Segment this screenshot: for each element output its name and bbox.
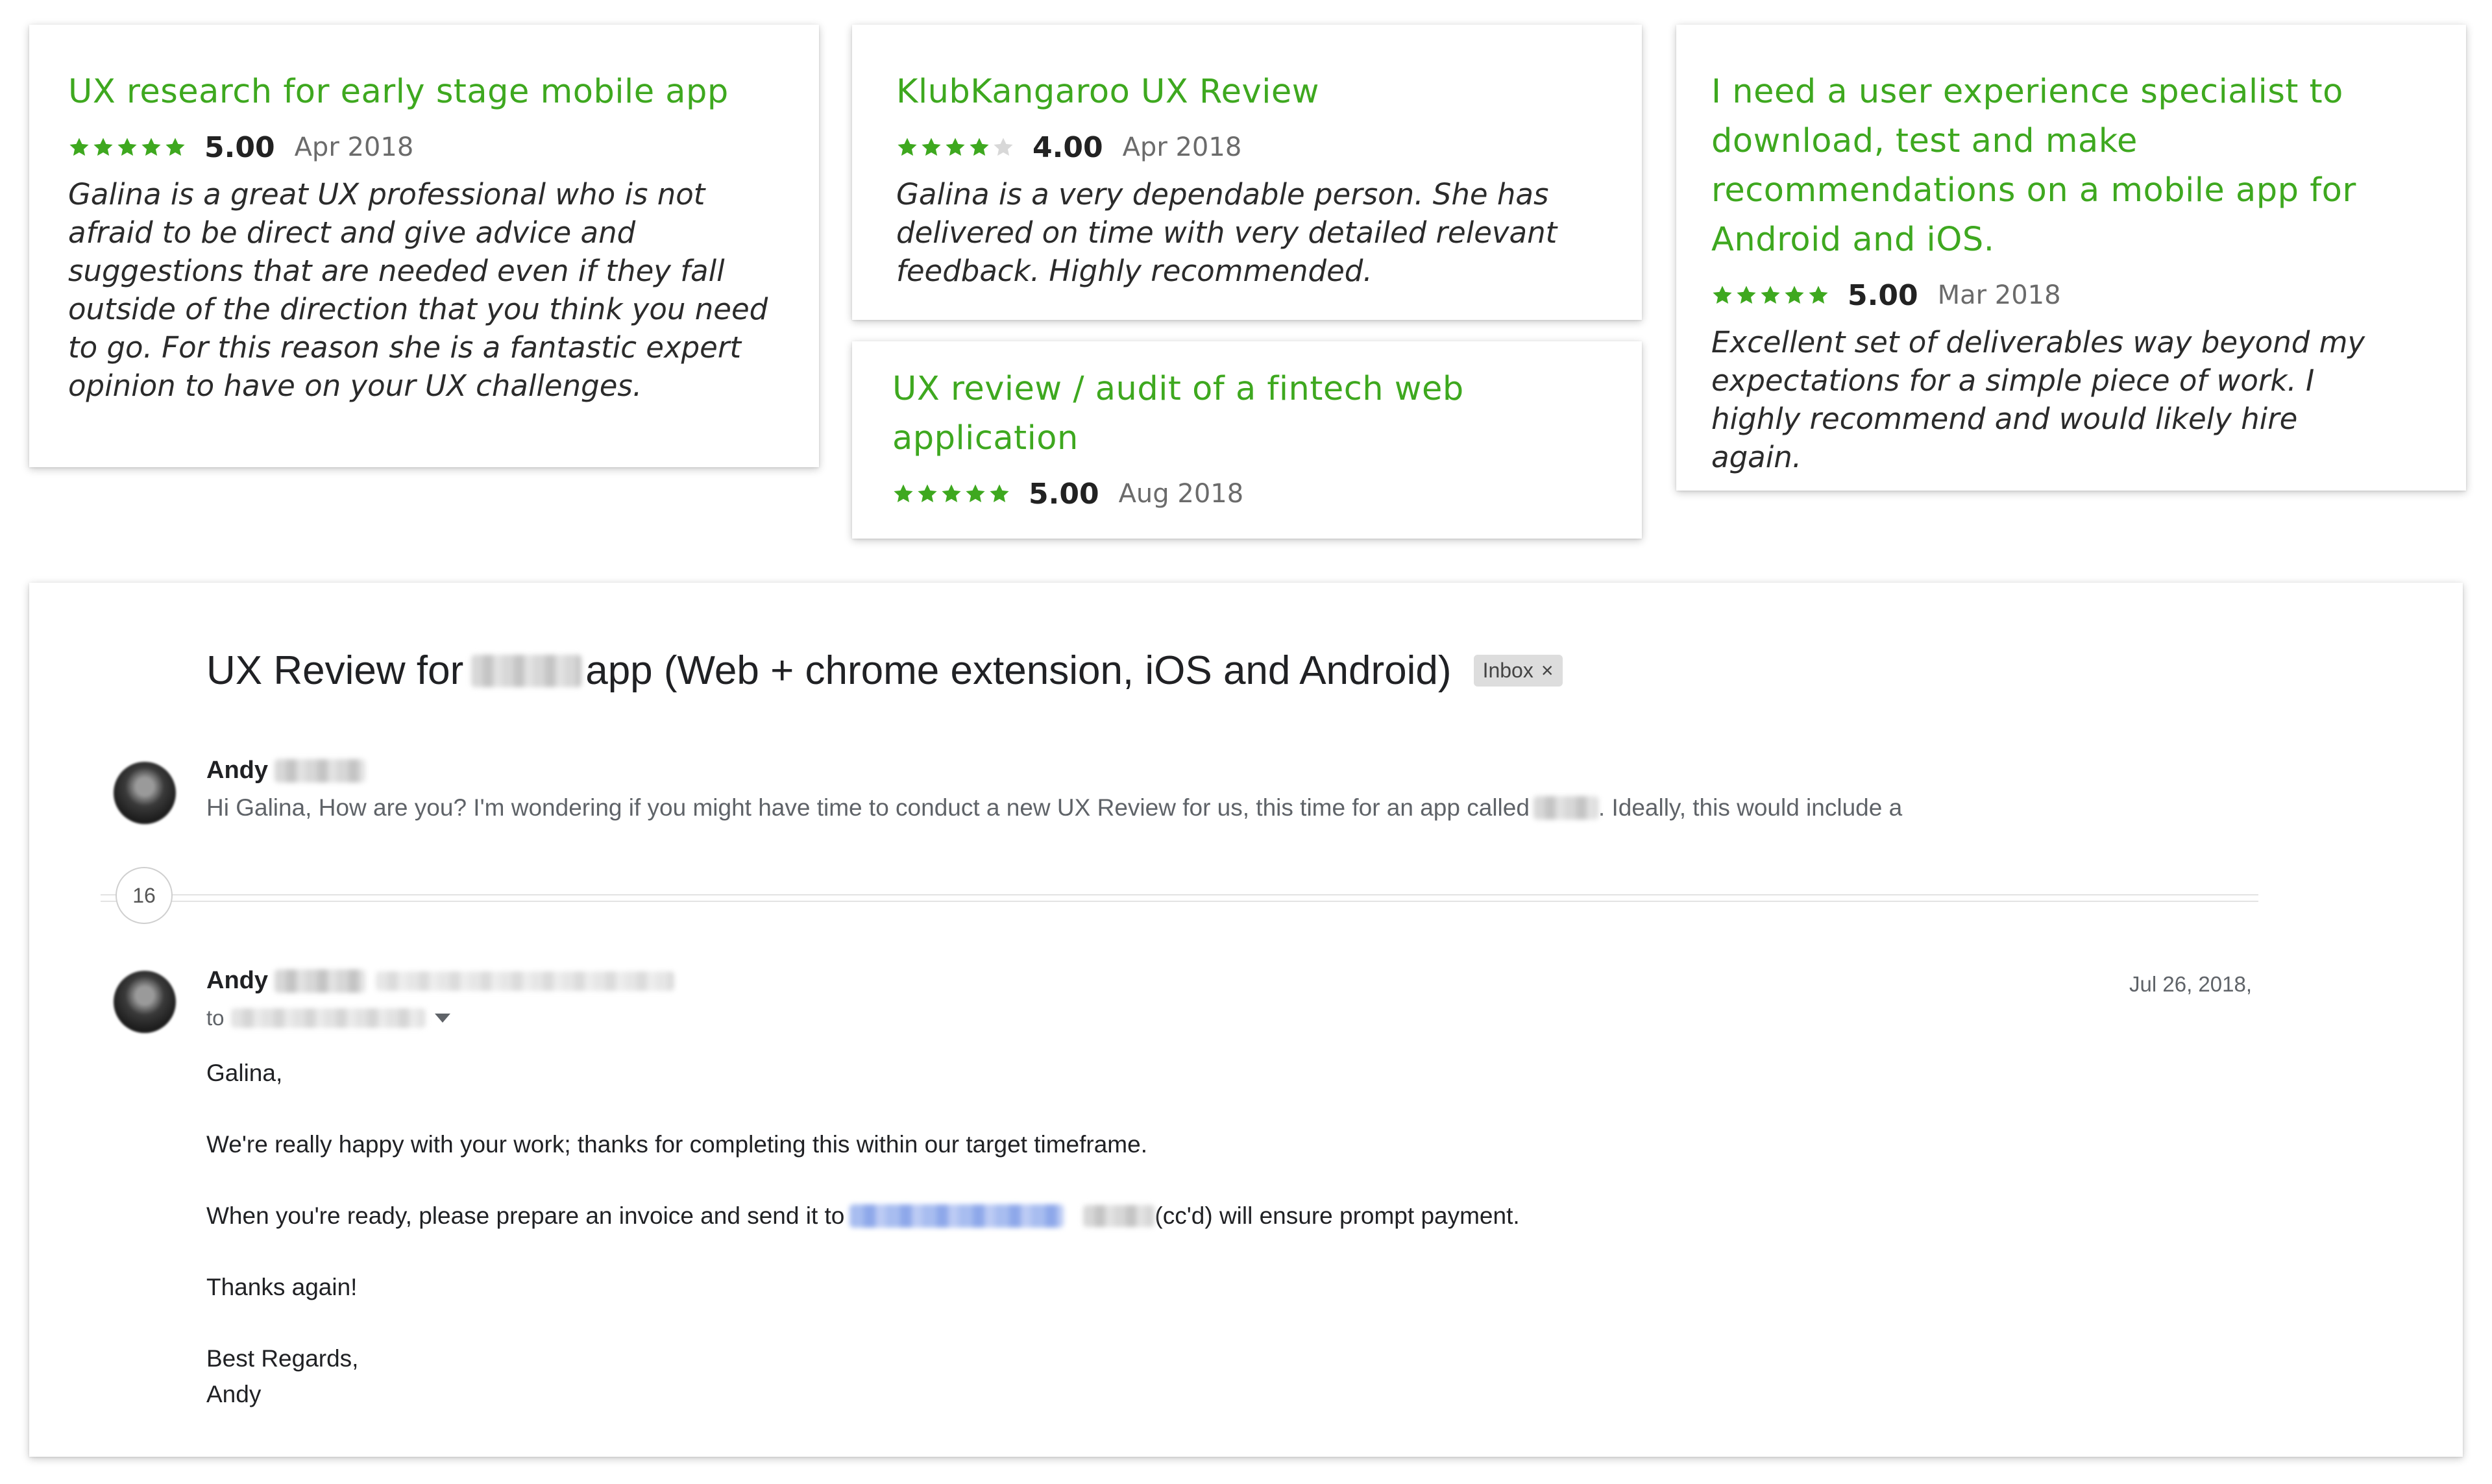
redacted-sender-surname (275, 969, 365, 993)
close-icon[interactable]: × (1541, 659, 1554, 683)
email-thread: UX Review for app (Web + chrome extensio… (29, 583, 2463, 1457)
hidden-messages-count[interactable]: 16 (116, 867, 173, 924)
signoff-line: Best Regards, (206, 1345, 359, 1372)
review-meta: 5.00 Aug 2018 (892, 472, 1599, 515)
review-card-1: UX research for early stage mobile app 5… (29, 25, 819, 467)
star-filled-icon (918, 484, 937, 503)
star-filled-icon (69, 138, 89, 156)
review-date: Apr 2018 (294, 132, 414, 162)
review-score: 5.00 (1029, 477, 1099, 511)
message-date: Jul 26, 2018, (2129, 972, 2252, 996)
star-filled-icon (990, 484, 1009, 503)
review-title[interactable]: UX research for early stage mobile app (68, 67, 776, 117)
star-filled-icon (922, 138, 941, 156)
star-filled-icon (165, 138, 185, 156)
review-title[interactable]: I need a user experience specialist to d… (1711, 67, 2399, 265)
review-card-4: I need a user experience specialist to d… (1676, 25, 2466, 491)
review-title[interactable]: KlubKangaroo UX Review (896, 67, 1599, 117)
star-filled-icon (1713, 286, 1732, 304)
inbox-label-chip[interactable]: Inbox × (1473, 655, 1563, 687)
star-filled-icon (942, 484, 961, 503)
to-label: to (206, 1006, 225, 1030)
review-date: Aug 2018 (1118, 479, 1244, 509)
hidden-messages-divider (101, 894, 2258, 902)
star-filled-icon (141, 138, 161, 156)
redacted-app-name (471, 654, 582, 687)
review-card-2: KlubKangaroo UX Review 4.00 Apr 2018 Gal… (852, 25, 1642, 320)
star-rating (896, 136, 1014, 158)
review-score: 5.00 (204, 130, 275, 164)
redacted-sender-surname (275, 759, 365, 783)
chevron-down-icon[interactable] (434, 1014, 450, 1023)
avatar (114, 971, 176, 1033)
review-score: 4.00 (1032, 130, 1103, 164)
inbox-label-text: Inbox (1482, 659, 1533, 682)
star-filled-icon (970, 138, 989, 156)
sender-first-name: Andy (206, 757, 268, 784)
review-quote: Excellent set of deliverables way beyond… (1711, 325, 2365, 474)
star-rating (892, 483, 1010, 505)
star-filled-icon (1737, 286, 1756, 304)
redacted-name (1083, 1205, 1155, 1227)
greeting: Galina, (206, 1060, 283, 1086)
star-filled-icon (93, 138, 113, 156)
avatar (114, 762, 176, 824)
review-meta: 5.00 Apr 2018 (68, 126, 776, 169)
star-filled-icon (946, 138, 965, 156)
star-filled-icon (1809, 286, 1828, 304)
sender-name[interactable]: Andy (206, 967, 674, 995)
body-paragraph-2: When you're ready, please prepare an inv… (206, 1202, 1520, 1230)
star-rating (1711, 284, 1829, 306)
redacted-recipients (230, 1008, 426, 1028)
sender-name[interactable]: Andy (206, 757, 365, 785)
star-filled-icon (966, 484, 985, 503)
review-title[interactable]: UX review / audit of a fintech web appli… (892, 365, 1509, 463)
redacted-email-link[interactable] (849, 1204, 1064, 1228)
snippet-text-end: . Ideally, this would include a (1598, 794, 1903, 821)
sender-first-name: Andy (206, 967, 268, 994)
signature-line: Andy (206, 1381, 262, 1407)
message-snippet[interactable]: Hi Galina, How are you? I'm wondering if… (206, 794, 1902, 821)
review-quote: Galina is a great UX professional who is… (68, 177, 768, 403)
redacted-app-name (1533, 796, 1598, 820)
star-empty-icon (994, 138, 1013, 156)
star-filled-icon (898, 138, 917, 156)
review-meta: 5.00 Mar 2018 (1711, 274, 2423, 317)
thanks-line: Thanks again! (206, 1274, 358, 1300)
body-paragraph-1: We're really happy with your work; thank… (206, 1131, 1147, 1158)
star-filled-icon (1785, 286, 1804, 304)
body-text-end: (cc'd) will ensure prompt payment. (1154, 1202, 1520, 1229)
recipient-line[interactable]: to (206, 1006, 450, 1030)
star-filled-icon (1761, 286, 1780, 304)
review-date: Apr 2018 (1122, 132, 1242, 162)
snippet-text: Hi Galina, How are you? I'm wondering if… (206, 794, 1530, 821)
review-quote: Galina is a very dependable person. She … (896, 177, 1558, 288)
review-score: 5.00 (1848, 278, 1918, 312)
email-subject: UX Review for app (Web + chrome extensio… (206, 648, 1563, 694)
star-rating (68, 136, 186, 158)
review-card-3: UX review / audit of a fintech web appli… (852, 341, 1642, 539)
redacted-sender-email (376, 971, 674, 991)
subject-prefix: UX Review for (206, 648, 464, 693)
review-meta: 4.00 Apr 2018 (896, 126, 1599, 169)
body-text: When you're ready, please prepare an inv… (206, 1202, 845, 1229)
subject-suffix: app (Web + chrome extension, iOS and And… (585, 648, 1452, 693)
star-filled-icon (894, 484, 913, 503)
star-filled-icon (117, 138, 137, 156)
review-date: Mar 2018 (1937, 280, 2061, 310)
